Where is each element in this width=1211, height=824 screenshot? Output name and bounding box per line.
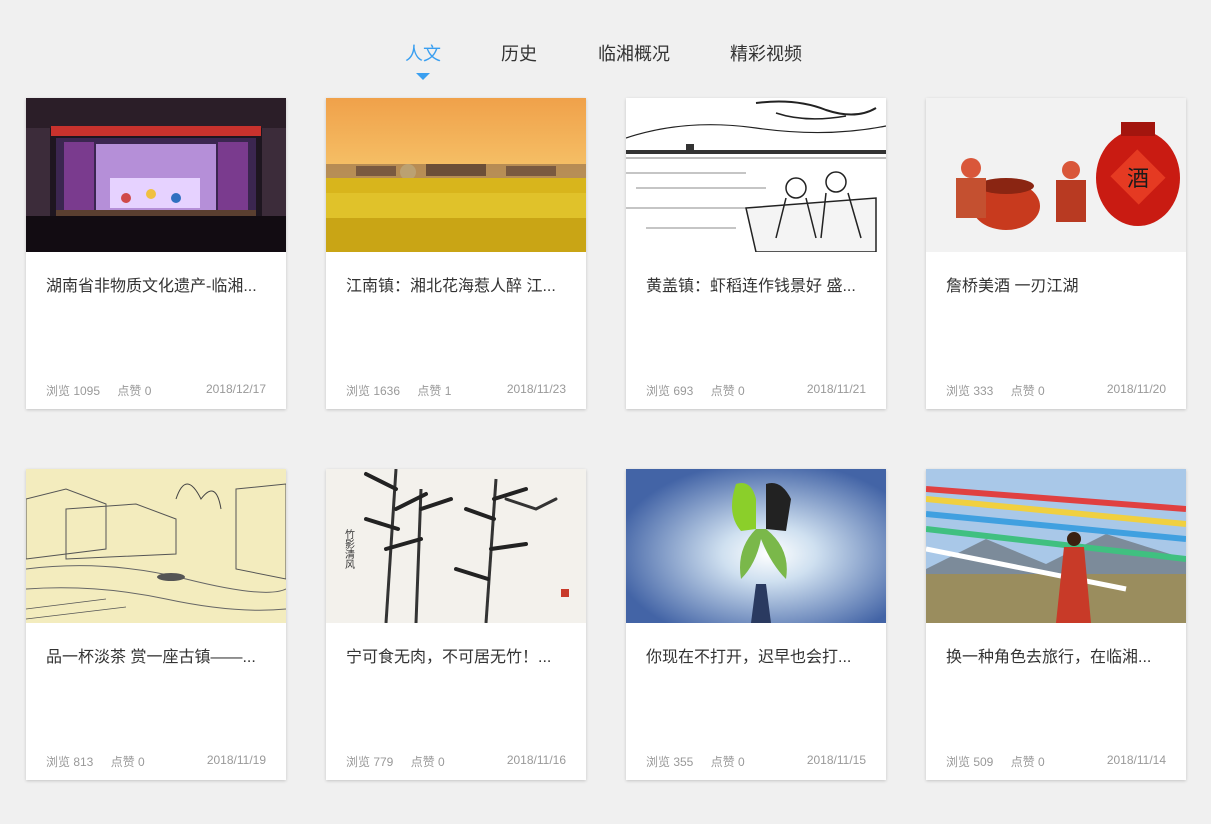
view-count: 浏览 813 xyxy=(46,755,94,769)
view-count: 浏览 1095 xyxy=(46,384,101,398)
card-title: 詹桥美酒 一刃江湖 xyxy=(946,278,1079,295)
stage-performance-image xyxy=(26,98,286,252)
publish-date: 2018/11/20 xyxy=(1106,382,1166,396)
tab-label: 精彩视频 xyxy=(730,44,802,64)
card-title: 品一杯淡茶 赏一座古镇——... xyxy=(46,649,256,666)
like-count: 点赞 0 xyxy=(110,755,145,769)
rapeseed-field-image xyxy=(326,98,586,252)
like-count: 点赞 0 xyxy=(410,755,445,769)
publish-date: 2018/11/19 xyxy=(206,753,266,767)
view-count: 浏览 333 xyxy=(946,384,994,398)
tab-featured-videos[interactable]: 精彩视频 xyxy=(730,40,802,80)
card-meta: 浏览 355 点赞 0 2018/11/15 xyxy=(646,753,866,770)
like-count: 点赞 0 xyxy=(710,384,745,398)
article-card[interactable]: 黄盖镇：虾稻连作钱景好 盛... 浏览 693 点赞 0 2018/11/21 xyxy=(626,98,886,409)
card-title: 换一种角色去旅行，在临湘... xyxy=(946,649,1152,666)
article-card[interactable]: 换一种角色去旅行，在临湘... 浏览 509 点赞 0 2018/11/14 xyxy=(926,469,1186,780)
like-count: 点赞 0 xyxy=(117,384,152,398)
publish-date: 2018/11/23 xyxy=(506,382,566,396)
card-title: 宁可食无肉，不可居无竹！... xyxy=(346,649,552,666)
like-count: 点赞 0 xyxy=(1010,384,1045,398)
tab-label: 历史 xyxy=(501,44,537,64)
view-count: 浏览 1636 xyxy=(346,384,401,398)
view-count: 浏览 779 xyxy=(346,755,394,769)
card-meta: 浏览 693 点赞 0 2018/11/21 xyxy=(646,382,866,399)
article-card[interactable]: 酒 詹桥美酒 一刃江湖 浏览 333 点赞 0 2018/11/20 xyxy=(926,98,1186,409)
like-count: 点赞 1 xyxy=(417,384,452,398)
card-title: 江南镇：湘北花海惹人醉 江... xyxy=(346,278,556,295)
like-count: 点赞 0 xyxy=(710,755,745,769)
card-meta: 浏览 1636 点赞 1 2018/11/23 xyxy=(346,382,566,399)
article-card[interactable]: 你现在不打开，迟早也会打... 浏览 355 点赞 0 2018/11/15 xyxy=(626,469,886,780)
tab-label: 临湘概况 xyxy=(598,44,670,64)
publish-date: 2018/11/14 xyxy=(1106,753,1166,767)
card-title: 黄盖镇：虾稻连作钱景好 盛... xyxy=(646,278,856,295)
publish-date: 2018/11/21 xyxy=(806,382,866,396)
card-meta: 浏览 333 点赞 0 2018/11/20 xyxy=(946,382,1166,399)
publish-date: 2018/11/16 xyxy=(506,753,566,767)
prayer-flags-image xyxy=(926,469,1186,623)
like-count: 点赞 0 xyxy=(1010,755,1045,769)
wine-jar-illustration-image: 酒 xyxy=(926,98,1186,252)
leaf-silhouette-image xyxy=(626,469,886,623)
card-meta: 浏览 1095 点赞 0 2018/12/17 xyxy=(46,382,266,399)
card-title: 湖南省非物质文化遗产-临湘... xyxy=(46,278,257,295)
article-card[interactable]: 竹影清风 宁可食无肉，不可居无竹！... 浏览 779 点赞 0 2018/11… xyxy=(326,469,586,780)
tab-renwen[interactable]: 人文 xyxy=(405,40,441,80)
tab-label: 人文 xyxy=(405,44,441,64)
svg-text:酒: 酒 xyxy=(1127,167,1149,192)
tab-linxiang-overview[interactable]: 临湘概况 xyxy=(598,40,670,80)
active-tab-caret-icon xyxy=(416,73,430,80)
view-count: 浏览 509 xyxy=(946,755,994,769)
card-meta: 浏览 813 点赞 0 2018/11/19 xyxy=(46,753,266,770)
view-count: 浏览 693 xyxy=(646,384,694,398)
category-tabs: 人文 历史 临湘概况 精彩视频 xyxy=(0,40,1211,80)
card-meta: 浏览 509 点赞 0 2018/11/14 xyxy=(946,753,1166,770)
article-card[interactable]: 品一杯淡茶 赏一座古镇——... 浏览 813 点赞 0 2018/11/19 xyxy=(26,469,286,780)
publish-date: 2018/11/15 xyxy=(806,753,866,767)
old-town-sketch-image xyxy=(26,469,286,623)
view-count: 浏览 355 xyxy=(646,755,694,769)
card-title: 你现在不打开，迟早也会打... xyxy=(646,649,852,666)
article-card[interactable]: 湖南省非物质文化遗产-临湘... 浏览 1095 点赞 0 2018/12/17 xyxy=(26,98,286,409)
card-meta: 浏览 779 点赞 0 2018/11/16 xyxy=(346,753,566,770)
tab-lishi[interactable]: 历史 xyxy=(501,40,537,80)
publish-date: 2018/12/17 xyxy=(205,382,266,396)
ink-boat-illustration-image xyxy=(626,98,886,252)
bamboo-ink-painting-image: 竹影清风 xyxy=(326,469,586,623)
svg-text:竹影清风: 竹影清风 xyxy=(343,528,355,570)
article-card[interactable]: 江南镇：湘北花海惹人醉 江... 浏览 1636 点赞 1 2018/11/23 xyxy=(326,98,586,409)
